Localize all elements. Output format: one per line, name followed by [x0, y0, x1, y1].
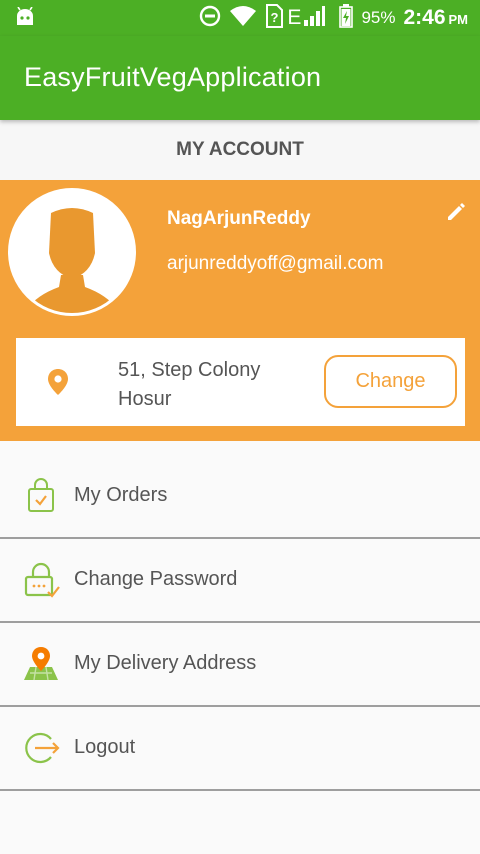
user-silhouette-icon — [11, 191, 133, 313]
address-line-2: Hosur — [118, 388, 172, 410]
app-title: EasyFruitVegApplication — [24, 62, 322, 92]
account-menu: My Orders Change Password My Delivery Ad… — [0, 455, 480, 791]
svg-text:?: ? — [271, 10, 279, 25]
menu-item-my-orders[interactable]: My Orders — [0, 455, 480, 539]
wifi-icon — [229, 5, 257, 32]
sim-icon: ? — [265, 3, 284, 33]
network-type: E — [287, 6, 302, 29]
clock-time: 2:46 — [403, 6, 446, 29]
status-bar: ? E 95% 2:46 PM — [0, 0, 480, 36]
app-bar: EasyFruitVegApplication — [0, 36, 480, 120]
clock: 2:46 PM — [403, 6, 468, 30]
menu-item-label: My Orders — [74, 484, 168, 506]
user-name: NagArjunReddy — [167, 208, 311, 229]
profile-header: NagArjunReddy arjunreddyoff@gmail.com 51… — [0, 180, 480, 441]
lock-icon — [22, 561, 60, 599]
signal-icon — [303, 5, 326, 32]
pencil-icon[interactable] — [446, 202, 466, 227]
change-address-button[interactable]: Change — [324, 355, 457, 408]
user-email: arjunreddyoff@gmail.com — [167, 253, 384, 274]
page-title: MY ACCOUNT — [0, 120, 480, 180]
address-line-1: 51, Step Colony — [118, 359, 261, 381]
address-card: 51, Step Colony Hosur Change — [16, 338, 465, 426]
clock-suffix: PM — [448, 12, 469, 27]
menu-item-label: Logout — [74, 736, 136, 758]
address-text: 51, Step Colony Hosur — [118, 356, 260, 414]
map-pin-icon — [22, 645, 60, 683]
menu-item-logout[interactable]: Logout — [0, 707, 480, 791]
location-pin-icon — [47, 368, 69, 401]
shopping-bag-icon — [22, 477, 60, 515]
menu-item-my-delivery-address[interactable]: My Delivery Address — [0, 623, 480, 707]
menu-item-label: Change Password — [74, 568, 238, 590]
battery-percent: 95% — [361, 8, 396, 27]
status-icons: ? E 95% 2:46 PM — [199, 0, 468, 36]
menu-item-change-password[interactable]: Change Password — [0, 539, 480, 623]
battery-icon — [339, 3, 354, 33]
logout-icon — [22, 729, 60, 767]
android-icon — [14, 6, 36, 32]
avatar[interactable] — [8, 188, 136, 316]
menu-item-label: My Delivery Address — [74, 652, 257, 674]
do-not-disturb-icon — [199, 5, 221, 32]
